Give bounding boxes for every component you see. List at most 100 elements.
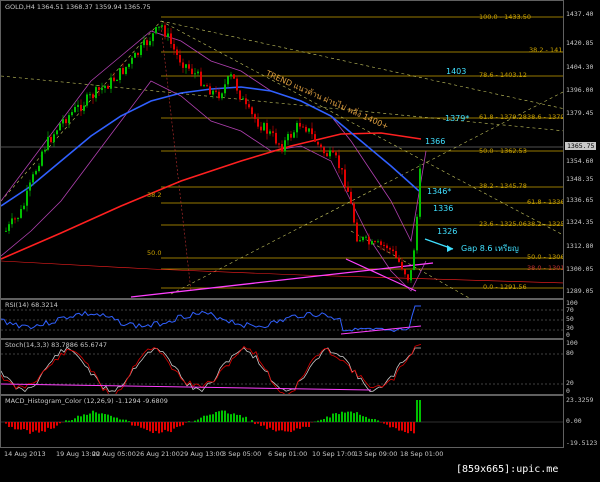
stoch-header: Stoch(14,3,3) 83.7886 65.6747 xyxy=(5,341,107,349)
candle-body xyxy=(110,77,112,89)
candle-body xyxy=(194,73,196,75)
macd-bar xyxy=(284,422,286,432)
price-tick: 1354.60 xyxy=(566,157,594,165)
candle-body xyxy=(383,244,385,246)
macd-bar xyxy=(296,422,298,429)
price-tick: 1300.05 xyxy=(566,265,594,273)
candle-body xyxy=(326,153,328,157)
candle-body xyxy=(89,94,91,96)
stochastic-pane[interactable]: Stoch(14,3,3) 83.7886 65.6747 xyxy=(0,339,564,395)
macd-bar xyxy=(35,422,37,431)
macd-bar xyxy=(353,413,355,422)
macd-bar xyxy=(47,422,49,428)
candle-body xyxy=(215,90,217,92)
candle-body xyxy=(203,85,205,87)
candle-body xyxy=(335,152,337,156)
candle-body xyxy=(329,150,331,157)
macd-bar xyxy=(233,413,235,422)
candle-body xyxy=(401,261,403,270)
fib-label: 50.0 xyxy=(147,249,162,257)
main-price-chart[interactable]: GOLD,H4 1364.51 1368.37 1359.94 1365.75 … xyxy=(0,0,564,299)
candle-body xyxy=(80,104,82,111)
macd-bar xyxy=(269,422,271,428)
macd-bar xyxy=(329,417,331,422)
macd-bar xyxy=(350,411,352,422)
candle-body xyxy=(35,171,37,175)
macd-bar xyxy=(287,422,289,432)
fib-label: 38.0 - 1301.32 xyxy=(527,264,563,272)
macd-bar xyxy=(209,414,211,422)
macd-bar xyxy=(305,422,307,427)
macd-bar xyxy=(116,417,118,422)
macd-bar xyxy=(167,422,169,432)
annotation-1379: 1379* xyxy=(445,114,470,123)
macd-bar xyxy=(185,422,187,423)
macd-bar xyxy=(110,415,112,422)
macd-bar xyxy=(338,414,340,422)
fib-label: 38.2 - 1415.30 xyxy=(529,46,563,54)
macd-bar xyxy=(65,420,67,422)
watermark: [859x665]:upic.me xyxy=(456,464,559,475)
macd-bar xyxy=(383,422,385,424)
macd-bar xyxy=(194,420,196,422)
candle-body xyxy=(104,85,106,88)
candle-body xyxy=(413,250,415,271)
candle-body xyxy=(380,241,382,245)
candle-body xyxy=(314,134,316,142)
candle-body xyxy=(101,87,103,91)
macd-bar xyxy=(17,422,19,430)
rsi-tick: 50 xyxy=(566,315,574,323)
rsi-pane[interactable]: RSI(14) 68.3214 xyxy=(0,299,564,339)
macd-bar xyxy=(182,422,184,426)
macd-tick: -19.5123 xyxy=(566,439,598,447)
macd-bar xyxy=(98,413,100,422)
candle-body xyxy=(377,241,379,243)
candle-body xyxy=(398,257,400,262)
candle-body xyxy=(176,49,178,55)
macd-axis: 23.3259 0.00 -19.5123 xyxy=(564,395,600,448)
fib-label: 50.0 - 1306.82 xyxy=(527,253,563,261)
candle-body xyxy=(251,107,253,115)
macd-bar xyxy=(20,422,22,430)
annotation-1346: 1346* xyxy=(427,187,452,196)
macd-bar xyxy=(32,422,34,432)
candle-body xyxy=(149,41,151,46)
fib-label: 61.8 - 1336.72 xyxy=(527,198,563,206)
candle-body xyxy=(53,134,55,143)
macd-bar xyxy=(323,418,325,422)
candle-body xyxy=(332,150,334,153)
candle-body xyxy=(170,33,172,44)
candle-body xyxy=(239,90,241,100)
candle-body xyxy=(323,147,325,154)
candle-body xyxy=(14,218,16,220)
fib-label: 38.2 - 1345.78 xyxy=(479,182,527,190)
candle-body xyxy=(260,126,262,131)
macd-bar xyxy=(224,410,226,422)
candle-body xyxy=(254,114,256,119)
macd-bar xyxy=(221,410,223,422)
macd-bar xyxy=(74,418,76,422)
macd-bar xyxy=(14,422,16,430)
macd-bar xyxy=(122,419,124,422)
macd-bar xyxy=(218,411,220,422)
stoch-tick: 80 xyxy=(566,349,574,357)
macd-bar xyxy=(140,422,142,428)
candle-body xyxy=(173,43,175,50)
candle-body xyxy=(227,76,229,85)
macd-bar xyxy=(107,414,109,422)
macd-bar xyxy=(176,422,178,427)
candle-body xyxy=(107,85,109,89)
candle-body xyxy=(320,144,322,148)
macd-bar xyxy=(341,411,343,422)
macd-bar xyxy=(356,412,358,422)
candle-body xyxy=(164,25,166,37)
candle-body xyxy=(131,57,133,64)
macd-bar xyxy=(410,422,412,432)
macd-bar xyxy=(320,419,322,422)
candle-body xyxy=(395,251,397,258)
candle-body xyxy=(356,222,358,242)
macd-pane[interactable]: MACD_Histogram_Color (12,26,9) -1.1294 -… xyxy=(0,395,564,448)
macd-bar xyxy=(245,416,247,422)
macd-bar xyxy=(293,422,295,431)
candle-body xyxy=(362,236,364,241)
